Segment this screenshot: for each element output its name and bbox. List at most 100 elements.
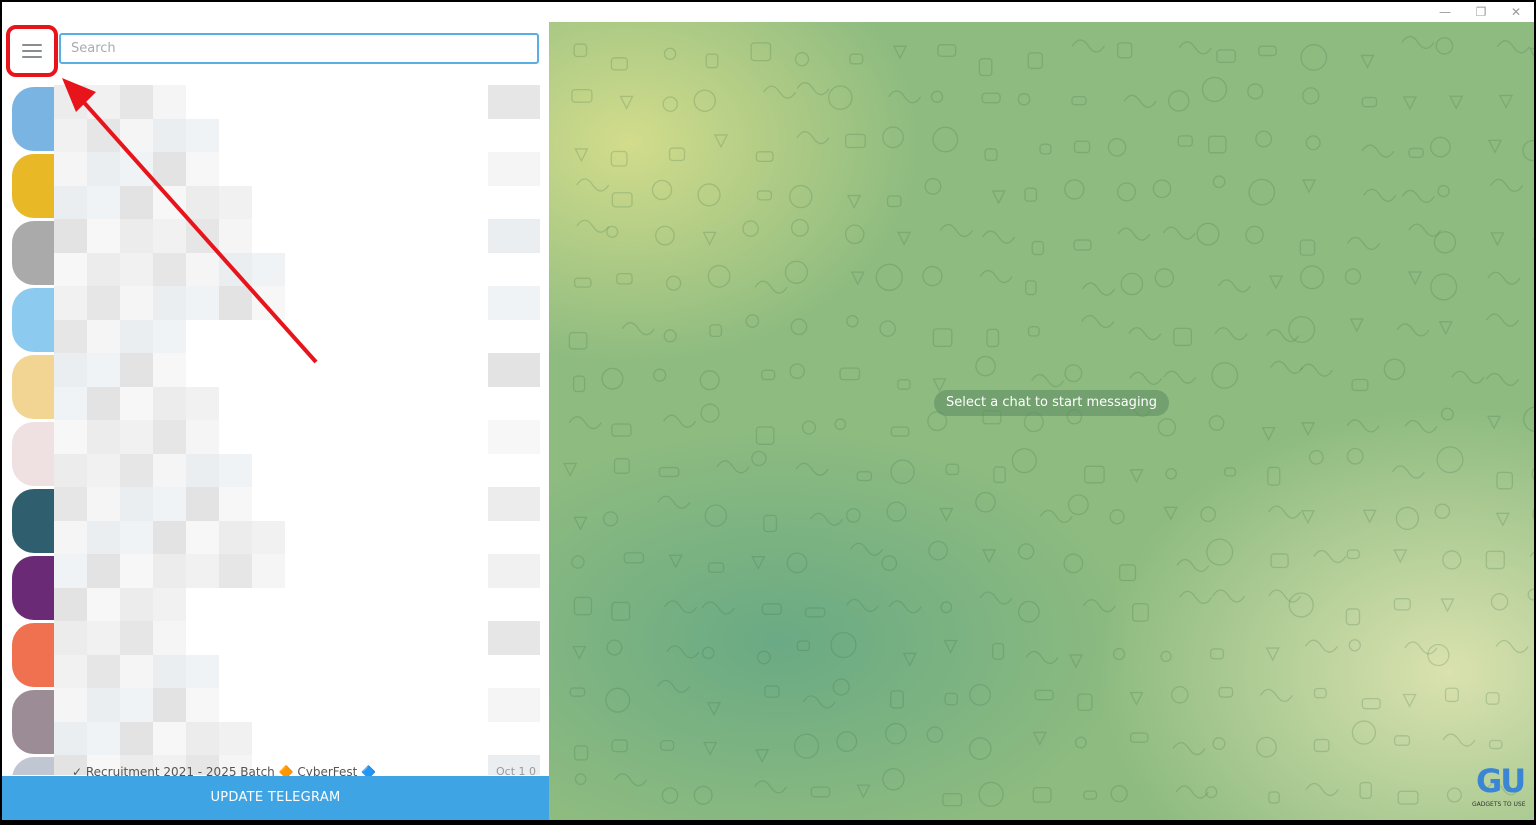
search-input[interactable] [59,33,539,64]
blurred-preview-block [252,521,285,555]
chat-list-item[interactable] [2,286,549,354]
pattern-doodle [703,741,718,756]
pattern-doodle [993,466,1006,484]
pattern-doodle [576,219,610,233]
pattern-doodle [922,265,943,287]
pattern-doodle [755,426,775,445]
blurred-time-block [488,353,540,387]
pattern-doodle [1348,639,1361,652]
pattern-doodle [1270,360,1304,374]
restore-button[interactable]: ❐ [1464,2,1498,22]
pattern-doodle [844,224,865,245]
chat-list-item[interactable] [2,487,549,555]
pattern-doodle [1485,550,1505,570]
pattern-doodle [1402,693,1417,708]
pattern-doodle [1485,313,1519,327]
blurred-preview-block [219,286,252,320]
pattern-doodle [1527,588,1534,601]
pattern-doodle [1488,739,1503,750]
pattern-doodle [1216,49,1236,64]
blurred-preview-block [120,186,153,220]
pattern-doodle [1074,736,1087,749]
blurred-preview-block [120,655,153,689]
blurred-time-block [488,85,540,119]
pattern-doodle [1248,178,1276,206]
pattern-doodle [790,218,809,237]
chat-avatar [12,623,56,687]
pattern-doodle [991,190,1006,205]
chat-list-item[interactable] [2,85,549,153]
blurred-preview-block [54,387,87,421]
pattern-doodle [665,275,682,291]
pattern-doodle [1532,238,1534,241]
update-telegram-button[interactable]: UPDATE TELEGRAM [2,776,549,820]
pattern-doodle [1440,407,1454,421]
blurred-preview-block [120,152,153,186]
pattern-doodle [1116,182,1137,202]
pattern-doodle [1404,419,1438,434]
pattern-doodle [616,272,633,285]
pattern-doodle [1224,467,1237,477]
chat-list-item[interactable] [2,554,549,622]
close-button[interactable]: ✕ [1499,2,1533,22]
blurred-preview-block [153,219,186,253]
minimize-button[interactable]: — [1428,2,1462,22]
pattern-doodle [666,645,700,659]
pattern-doodle [1173,327,1193,347]
blurred-preview-block [186,119,219,153]
pattern-doodle [563,462,578,477]
blurred-preview-block [153,487,186,521]
pattern-doodle [573,43,588,58]
pattern-doodle [750,42,772,62]
pattern-doodle [1082,599,1117,613]
pattern-doodle [611,601,631,621]
blurred-preview-block [186,521,219,555]
blurred-preview-block [54,286,87,320]
pattern-doodle [1288,315,1316,343]
telegram-window: — ❐ ✕ ✓ Recruitment 2021 - 2025 Batch 🔶 … [2,2,1534,820]
pattern-doodle [1302,87,1320,105]
pattern-doodle [702,231,717,246]
pattern-doodle [975,355,996,377]
pattern-doodle [1449,95,1464,110]
pattern-doodle [755,749,770,764]
blurred-preview-block [87,286,120,320]
pattern-doodle [1440,598,1455,613]
chat-avatar [12,422,56,486]
pattern-doodle [982,230,1016,244]
blurred-preview-block [120,621,153,655]
pattern-doodle [1117,227,1151,241]
pattern-doodle [751,556,766,571]
pattern-doodle [1247,83,1264,100]
chat-list-item[interactable] [2,688,549,756]
pattern-doodle [1396,323,1430,337]
pattern-doodle [1128,327,1162,341]
pattern-doodle [830,631,857,659]
pattern-doodle [709,324,723,338]
pattern-doodle [1268,791,1280,804]
pattern-doodle [1436,446,1464,474]
blurred-preview-block [54,353,87,387]
chat-list-item[interactable] [2,219,549,287]
pattern-doodle [975,491,996,513]
blurred-preview-block [219,722,252,756]
chat-list[interactable] [2,85,549,775]
chat-list-item[interactable] [2,152,549,220]
main-menu-button[interactable] [6,25,58,77]
pattern-doodle [1308,449,1324,465]
chat-list-item[interactable] [2,621,549,689]
pattern-doodle [611,739,628,753]
blurred-preview-block [87,454,120,488]
pattern-doodle [1269,275,1284,290]
pattern-doodle [1401,35,1435,50]
pattern-doodle [1359,781,1372,799]
pattern-doodle [751,450,767,467]
pattern-doodle [1268,589,1302,603]
chat-list-item[interactable] [2,420,549,488]
pattern-doodle [754,280,788,294]
chat-list-item[interactable] [2,353,549,421]
pattern-doodle [606,225,619,238]
pattern-doodle [939,223,973,238]
pattern-doodle [1265,647,1280,662]
pattern-doodle [793,733,820,759]
